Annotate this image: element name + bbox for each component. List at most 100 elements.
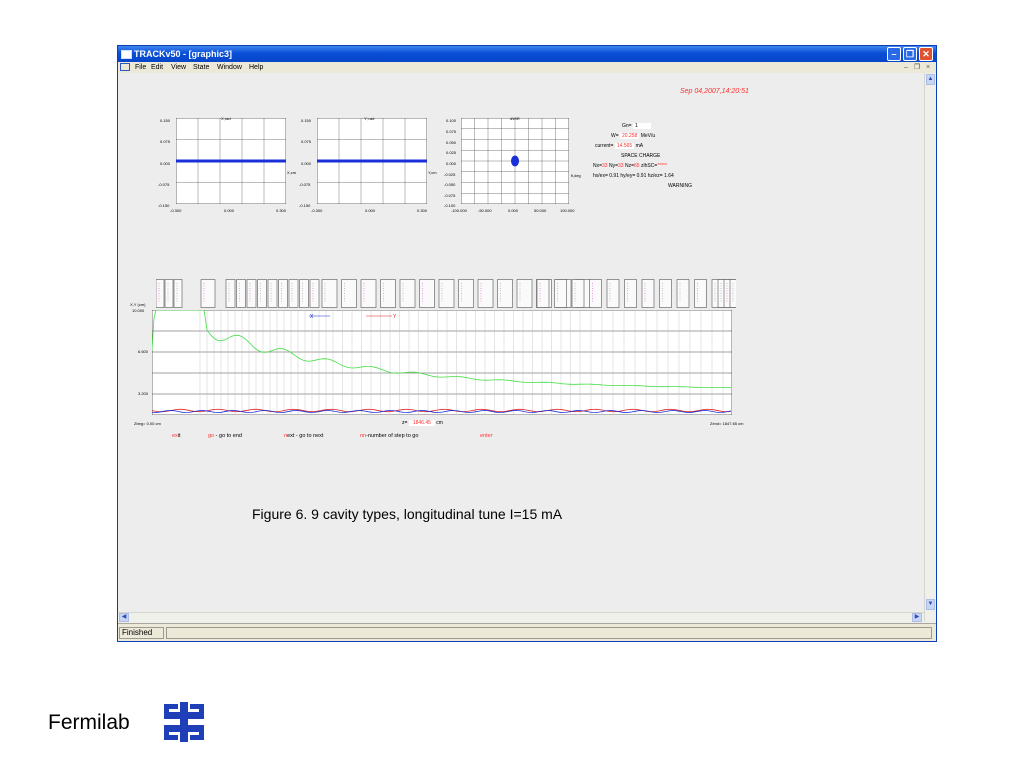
cavity-box xyxy=(156,279,165,308)
plot-frame xyxy=(152,310,732,415)
scroll-up-icon[interactable]: ▲ xyxy=(926,74,935,85)
cavity-box xyxy=(497,279,513,308)
info-current: current= 14.565 mA xyxy=(595,143,643,149)
document-icon[interactable] xyxy=(120,63,130,71)
cavity-box xyxy=(516,279,533,308)
plot-2-xtick: -0.300 xyxy=(311,208,323,213)
window-title: TRACKv50 - [graphic3] xyxy=(134,49,233,59)
command-text: ext - go to next xyxy=(287,433,324,439)
w-label: W= xyxy=(611,133,619,139)
plot-1-label: X,rad xyxy=(221,116,231,121)
plot-3-xtick: -100.000 xyxy=(451,208,467,213)
fermilab-wordmark: Fermilab xyxy=(48,711,130,734)
cavity-box xyxy=(536,279,550,308)
command-go[interactable]: go - go to end xyxy=(208,433,242,439)
close-button[interactable]: ✕ xyxy=(919,47,933,61)
mdi-restore-icon[interactable]: ❐ xyxy=(914,62,920,73)
phase-plot-longitudinal xyxy=(461,118,569,204)
plot-3-ytick: 0.075 xyxy=(446,129,457,134)
cavity-box xyxy=(299,279,309,308)
vertical-scrollbar[interactable]: ▲ ▼ xyxy=(924,73,936,621)
envelope-ytick: 10.000 xyxy=(132,308,145,313)
command-text: it xyxy=(177,433,181,439)
command-steps[interactable]: nn-number of step to go xyxy=(360,433,418,439)
phase-plot-y xyxy=(317,118,427,204)
title-bar[interactable]: TRACKv50 - [graphic3] – ❐ ✕ xyxy=(118,46,936,62)
plot-1-xtick: 0.000 xyxy=(224,208,235,213)
menu-file[interactable]: File xyxy=(135,62,146,73)
maximize-button[interactable]: ❐ xyxy=(903,47,917,61)
menu-view[interactable]: View xyxy=(171,62,186,73)
command-exit[interactable]: exit xyxy=(172,433,181,439)
scroll-right-icon[interactable]: ▶ xyxy=(912,613,922,622)
w-unit: MeV/u xyxy=(640,133,656,139)
plot-3-xtick: 100.000 xyxy=(560,208,575,213)
menu-state[interactable]: State xyxy=(193,62,209,73)
minimize-button[interactable]: – xyxy=(887,47,901,61)
cavity-box xyxy=(236,279,246,308)
status-bar: Finished xyxy=(118,623,936,641)
cavity-box xyxy=(676,279,690,308)
zl-label: zlhSC= xyxy=(640,163,658,169)
plot-1-ytick: -0.075 xyxy=(158,182,170,187)
beam-distribution xyxy=(176,159,286,163)
cavity-box xyxy=(288,279,299,308)
cavity-box xyxy=(606,279,620,308)
application-window: TRACKv50 - [graphic3] – ❐ ✕ File Edit Vi… xyxy=(117,45,937,642)
plot-1-ytick: 0.075 xyxy=(160,139,171,144)
ny-label: Ny= xyxy=(608,163,619,169)
cavity-box xyxy=(419,279,435,308)
plot-3-label: dW/E xyxy=(510,116,520,121)
plot-3-ytick: -0.050 xyxy=(444,182,456,187)
plot-2-ytick: 0.000 xyxy=(301,161,312,166)
plot-3-xtick: 50.000 xyxy=(534,208,547,213)
cavity-box xyxy=(641,279,655,308)
menu-window[interactable]: Window xyxy=(217,62,242,73)
command-enter[interactable]: enter xyxy=(480,433,493,439)
mdi-minimize-icon[interactable]: – xyxy=(904,62,908,73)
cavity-box xyxy=(477,279,494,308)
nz-value: 65 xyxy=(634,163,640,169)
envelope-ytick: 3.200 xyxy=(138,391,149,396)
mdi-close-icon[interactable]: × xyxy=(926,62,930,73)
cavity-box xyxy=(164,279,174,308)
cavity-box xyxy=(589,279,602,308)
figure-caption: Figure 6. 9 cavity types, longitudinal t… xyxy=(252,506,563,522)
menu-help[interactable]: Help xyxy=(249,62,263,73)
beam-distribution xyxy=(317,159,427,163)
z-unit: cm xyxy=(436,420,443,426)
plot-3-xtick: 0.000 xyxy=(508,208,519,213)
plot-2-ytick: -0.075 xyxy=(299,182,311,187)
plot-3-ytick: -0.025 xyxy=(444,172,456,177)
command-next[interactable]: next - go to next xyxy=(284,433,323,439)
cavity-box xyxy=(225,279,236,308)
scroll-down-icon[interactable]: ▼ xyxy=(926,599,935,610)
envelope-ytick: 6.600 xyxy=(138,349,149,354)
cavity-box xyxy=(200,279,216,308)
nx-label: Nx= xyxy=(593,163,603,169)
cavity-box xyxy=(458,279,474,308)
zbeg-label: Zbeg= 0.00 cm xyxy=(134,421,161,426)
nz-label: Nz= xyxy=(624,163,634,169)
horizontal-scrollbar[interactable]: ◀ ▶ xyxy=(118,612,924,622)
cavity-box xyxy=(360,279,377,308)
plot-3-xtick: -50.000 xyxy=(478,208,492,213)
plot-2-xtick: 0.300 xyxy=(417,208,428,213)
current-value: 14.565 xyxy=(614,143,635,149)
cavity-box xyxy=(694,279,707,308)
scroll-left-icon[interactable]: ◀ xyxy=(119,613,129,622)
plot-2-ytick: 0.150 xyxy=(301,118,312,123)
cavity-box xyxy=(380,279,396,308)
info-w: W= 20.258 MeV/u xyxy=(611,133,655,139)
z-value: 1846.45 xyxy=(408,420,435,426)
envelope-ylabel: X,Y (cm) xyxy=(130,302,146,307)
menu-edit[interactable]: Edit xyxy=(151,62,163,73)
command-text: - go to end xyxy=(214,433,242,439)
plot-3-ytick: -0.075 xyxy=(444,193,456,198)
info-mesh: Nx=33 Ny=33 Nz=65 zlhSC=***** xyxy=(593,163,667,169)
cavity-box xyxy=(267,279,278,308)
cavity-box xyxy=(399,279,416,308)
zl-value: ***** xyxy=(657,163,667,169)
plot-2-xtick: 0.000 xyxy=(365,208,376,213)
plot-3-ytick: 0.050 xyxy=(446,140,457,145)
